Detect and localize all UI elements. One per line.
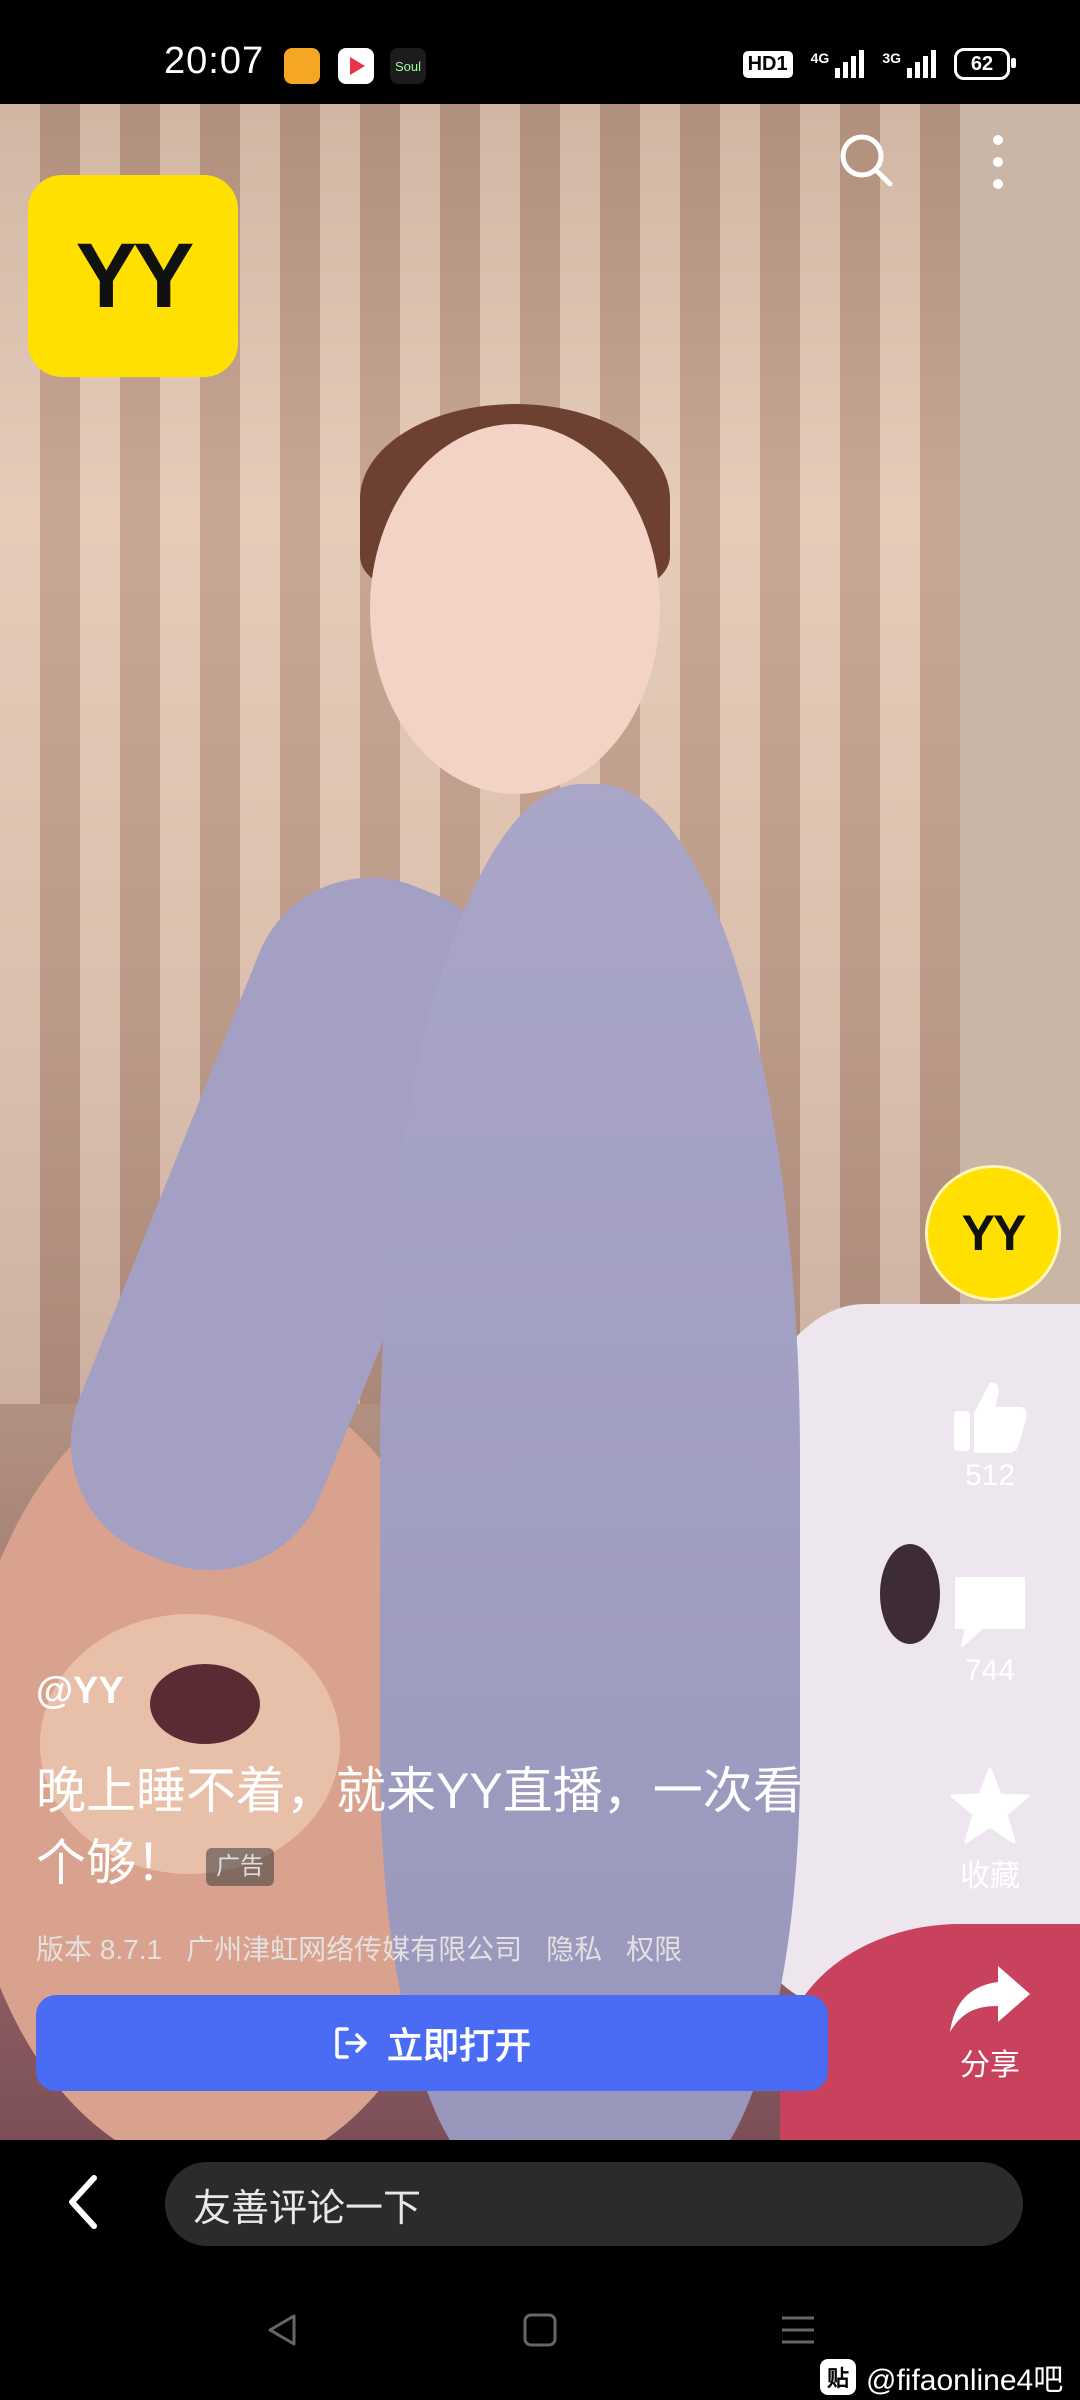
ad-badge: 广告 bbox=[206, 1847, 274, 1886]
app-meta-info: 版本 8.7.1 广州津虹网络传媒有限公司 隐私 权限 bbox=[36, 1928, 682, 1968]
nav-menu-icon[interactable] bbox=[778, 2310, 818, 2350]
comment-placeholder: 友善评论一下 bbox=[193, 2187, 422, 2230]
share-arrow-icon bbox=[950, 1966, 1030, 2032]
comment-input[interactable]: 友善评论一下 bbox=[165, 2162, 1023, 2246]
video-app-icon bbox=[338, 48, 374, 84]
open-app-label: 立即打开 bbox=[386, 2025, 531, 2066]
app-developer: 广州津虹网络传媒有限公司 bbox=[186, 1934, 523, 1965]
ad-caption: 晚上睡不着，就来YY直播，一次看个够！ 广告 bbox=[36, 1755, 816, 1899]
comment-icon bbox=[955, 1577, 1025, 1647]
tieba-logo-icon: 贴 bbox=[820, 2359, 856, 2395]
author-handle[interactable]: @YY bbox=[36, 1670, 124, 1713]
favorite-button[interactable]: 收藏 bbox=[930, 1763, 1050, 1895]
plush-bear-nose bbox=[150, 1664, 260, 1744]
thumbs-up-icon bbox=[954, 1382, 1027, 1453]
favorite-label: 收藏 bbox=[960, 1860, 1020, 1893]
status-indicators: HD1 4G 3G 62 bbox=[742, 44, 1016, 84]
author-avatar[interactable]: YY bbox=[925, 1165, 1061, 1301]
like-count: 512 bbox=[964, 1459, 1016, 1492]
open-app-button[interactable]: 立即打开 bbox=[36, 1995, 828, 2091]
open-app-icon bbox=[335, 2027, 367, 2059]
battery-level: 62 bbox=[970, 52, 994, 75]
share-button[interactable]: 分享 bbox=[930, 1960, 1050, 2084]
comment-count: 744 bbox=[964, 1654, 1016, 1687]
tieba-watermark: 贴 @fifaonline4吧 bbox=[820, 2355, 1063, 2399]
battery-icon: 62 bbox=[954, 48, 1016, 80]
hd-badge: HD1 bbox=[742, 50, 793, 78]
person-face bbox=[370, 424, 660, 794]
star-icon bbox=[950, 1767, 1030, 1844]
search-icon[interactable] bbox=[836, 130, 896, 190]
soul-app-icon: Soul bbox=[390, 48, 426, 84]
like-button[interactable]: 512 bbox=[930, 1375, 1050, 1493]
more-options-icon[interactable] bbox=[978, 130, 1018, 194]
back-arrow-icon[interactable] bbox=[60, 2172, 110, 2232]
nav-back-icon[interactable] bbox=[262, 2310, 302, 2350]
nav-home-icon[interactable] bbox=[520, 2310, 560, 2350]
app-version: 版本 8.7.1 bbox=[36, 1934, 163, 1965]
signal-4g-icon: 4G bbox=[811, 50, 865, 78]
yy-brand-logo[interactable]: YY bbox=[28, 175, 238, 377]
signal-3g-icon: 3G bbox=[882, 50, 936, 78]
ad-caption-text: 晚上睡不着，就来YY直播，一次看个够！ bbox=[36, 1763, 803, 1891]
watermark-text: @fifaonline4吧 bbox=[866, 2364, 1064, 2397]
comment-button[interactable]: 744 bbox=[930, 1570, 1050, 1688]
permissions-link[interactable]: 权限 bbox=[626, 1928, 682, 1968]
status-time: 20:07 bbox=[164, 40, 265, 82]
car-app-icon bbox=[284, 48, 320, 84]
share-label: 分享 bbox=[960, 2049, 1020, 2082]
privacy-link[interactable]: 隐私 bbox=[546, 1928, 602, 1968]
